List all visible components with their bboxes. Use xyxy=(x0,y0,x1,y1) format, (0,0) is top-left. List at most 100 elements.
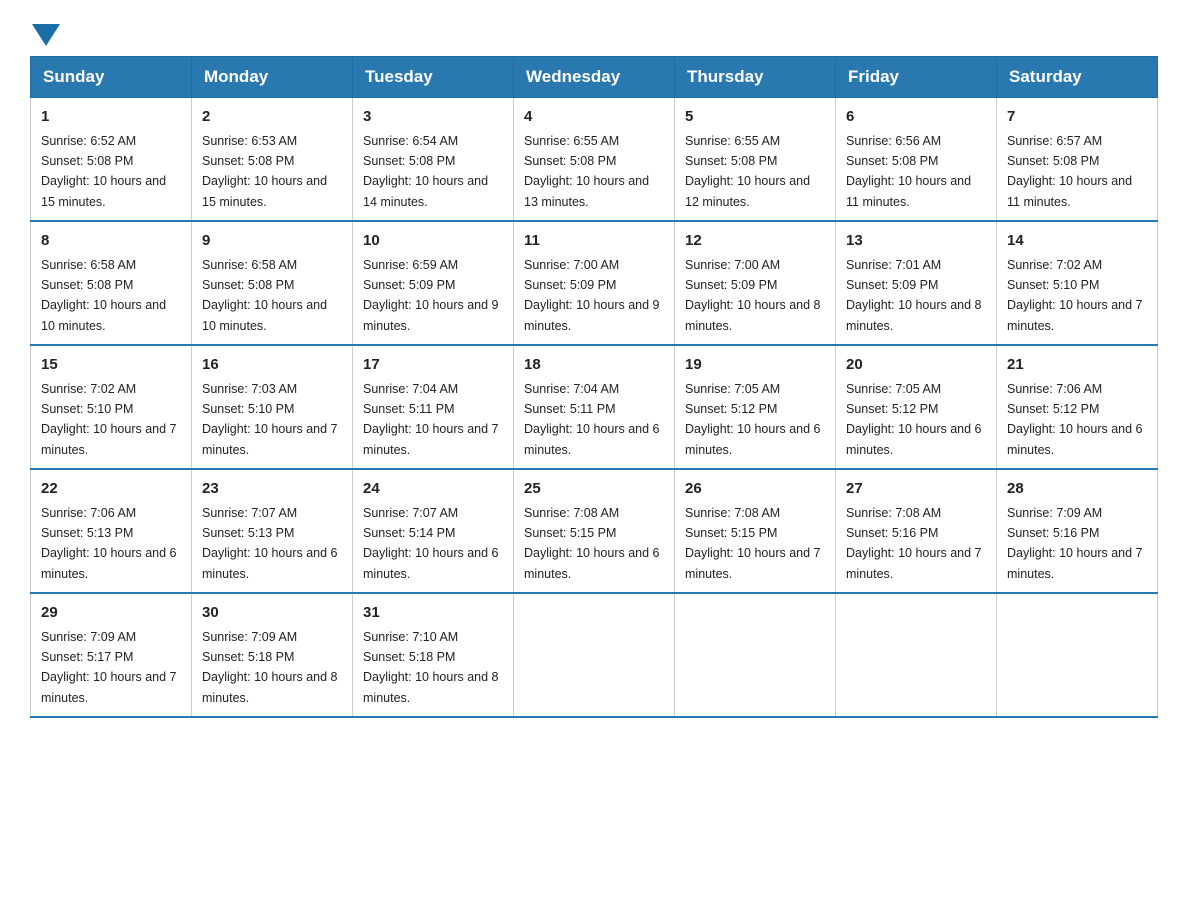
day-number: 21 xyxy=(1007,354,1147,377)
calendar-week-row: 29 Sunrise: 7:09 AMSunset: 5:17 PMDaylig… xyxy=(31,593,1158,717)
day-number: 26 xyxy=(685,478,825,501)
day-number: 28 xyxy=(1007,478,1147,501)
calendar-cell: 9 Sunrise: 6:58 AMSunset: 5:08 PMDayligh… xyxy=(192,221,353,345)
calendar-cell: 22 Sunrise: 7:06 AMSunset: 5:13 PMDaylig… xyxy=(31,469,192,593)
day-number: 18 xyxy=(524,354,664,377)
weekday-header-monday: Monday xyxy=(192,57,353,98)
day-number: 25 xyxy=(524,478,664,501)
day-info: Sunrise: 7:05 AMSunset: 5:12 PMDaylight:… xyxy=(846,382,982,457)
day-number: 17 xyxy=(363,354,503,377)
calendar-cell xyxy=(836,593,997,717)
weekday-header-row: SundayMondayTuesdayWednesdayThursdayFrid… xyxy=(31,57,1158,98)
day-info: Sunrise: 7:09 AMSunset: 5:17 PMDaylight:… xyxy=(41,630,177,705)
day-number: 29 xyxy=(41,602,181,625)
calendar-cell xyxy=(997,593,1158,717)
calendar-cell: 31 Sunrise: 7:10 AMSunset: 5:18 PMDaylig… xyxy=(353,593,514,717)
day-number: 3 xyxy=(363,106,503,129)
weekday-header-sunday: Sunday xyxy=(31,57,192,98)
day-number: 5 xyxy=(685,106,825,129)
day-info: Sunrise: 7:04 AMSunset: 5:11 PMDaylight:… xyxy=(363,382,499,457)
day-number: 22 xyxy=(41,478,181,501)
day-info: Sunrise: 7:07 AMSunset: 5:14 PMDaylight:… xyxy=(363,506,499,581)
calendar-cell: 14 Sunrise: 7:02 AMSunset: 5:10 PMDaylig… xyxy=(997,221,1158,345)
calendar-cell: 2 Sunrise: 6:53 AMSunset: 5:08 PMDayligh… xyxy=(192,98,353,222)
logo xyxy=(30,20,60,46)
weekday-header-thursday: Thursday xyxy=(675,57,836,98)
day-number: 24 xyxy=(363,478,503,501)
weekday-header-tuesday: Tuesday xyxy=(353,57,514,98)
calendar-cell: 7 Sunrise: 6:57 AMSunset: 5:08 PMDayligh… xyxy=(997,98,1158,222)
day-number: 2 xyxy=(202,106,342,129)
day-number: 31 xyxy=(363,602,503,625)
page-header xyxy=(30,20,1158,46)
day-info: Sunrise: 6:59 AMSunset: 5:09 PMDaylight:… xyxy=(363,258,499,333)
calendar-cell: 26 Sunrise: 7:08 AMSunset: 5:15 PMDaylig… xyxy=(675,469,836,593)
calendar-week-row: 8 Sunrise: 6:58 AMSunset: 5:08 PMDayligh… xyxy=(31,221,1158,345)
day-number: 14 xyxy=(1007,230,1147,253)
day-info: Sunrise: 7:08 AMSunset: 5:15 PMDaylight:… xyxy=(685,506,821,581)
calendar-cell: 16 Sunrise: 7:03 AMSunset: 5:10 PMDaylig… xyxy=(192,345,353,469)
calendar-cell: 8 Sunrise: 6:58 AMSunset: 5:08 PMDayligh… xyxy=(31,221,192,345)
day-number: 20 xyxy=(846,354,986,377)
calendar-cell: 28 Sunrise: 7:09 AMSunset: 5:16 PMDaylig… xyxy=(997,469,1158,593)
day-number: 9 xyxy=(202,230,342,253)
day-info: Sunrise: 6:57 AMSunset: 5:08 PMDaylight:… xyxy=(1007,134,1132,209)
calendar-cell: 12 Sunrise: 7:00 AMSunset: 5:09 PMDaylig… xyxy=(675,221,836,345)
day-info: Sunrise: 6:58 AMSunset: 5:08 PMDaylight:… xyxy=(41,258,166,333)
day-number: 23 xyxy=(202,478,342,501)
day-info: Sunrise: 7:09 AMSunset: 5:18 PMDaylight:… xyxy=(202,630,338,705)
calendar-cell: 24 Sunrise: 7:07 AMSunset: 5:14 PMDaylig… xyxy=(353,469,514,593)
day-number: 30 xyxy=(202,602,342,625)
calendar-cell: 23 Sunrise: 7:07 AMSunset: 5:13 PMDaylig… xyxy=(192,469,353,593)
day-info: Sunrise: 6:55 AMSunset: 5:08 PMDaylight:… xyxy=(524,134,649,209)
day-number: 6 xyxy=(846,106,986,129)
calendar-cell: 3 Sunrise: 6:54 AMSunset: 5:08 PMDayligh… xyxy=(353,98,514,222)
day-number: 1 xyxy=(41,106,181,129)
calendar-table: SundayMondayTuesdayWednesdayThursdayFrid… xyxy=(30,56,1158,718)
day-number: 19 xyxy=(685,354,825,377)
calendar-cell: 29 Sunrise: 7:09 AMSunset: 5:17 PMDaylig… xyxy=(31,593,192,717)
day-number: 11 xyxy=(524,230,664,253)
day-number: 12 xyxy=(685,230,825,253)
day-info: Sunrise: 6:53 AMSunset: 5:08 PMDaylight:… xyxy=(202,134,327,209)
calendar-body: 1 Sunrise: 6:52 AMSunset: 5:08 PMDayligh… xyxy=(31,98,1158,718)
calendar-cell: 27 Sunrise: 7:08 AMSunset: 5:16 PMDaylig… xyxy=(836,469,997,593)
calendar-cell: 17 Sunrise: 7:04 AMSunset: 5:11 PMDaylig… xyxy=(353,345,514,469)
calendar-cell: 13 Sunrise: 7:01 AMSunset: 5:09 PMDaylig… xyxy=(836,221,997,345)
calendar-cell: 15 Sunrise: 7:02 AMSunset: 5:10 PMDaylig… xyxy=(31,345,192,469)
calendar-cell: 18 Sunrise: 7:04 AMSunset: 5:11 PMDaylig… xyxy=(514,345,675,469)
calendar-cell: 6 Sunrise: 6:56 AMSunset: 5:08 PMDayligh… xyxy=(836,98,997,222)
day-number: 27 xyxy=(846,478,986,501)
day-number: 15 xyxy=(41,354,181,377)
calendar-cell: 5 Sunrise: 6:55 AMSunset: 5:08 PMDayligh… xyxy=(675,98,836,222)
day-info: Sunrise: 7:03 AMSunset: 5:10 PMDaylight:… xyxy=(202,382,338,457)
calendar-cell: 21 Sunrise: 7:06 AMSunset: 5:12 PMDaylig… xyxy=(997,345,1158,469)
calendar-cell xyxy=(675,593,836,717)
day-info: Sunrise: 6:54 AMSunset: 5:08 PMDaylight:… xyxy=(363,134,488,209)
day-info: Sunrise: 6:55 AMSunset: 5:08 PMDaylight:… xyxy=(685,134,810,209)
weekday-header-wednesday: Wednesday xyxy=(514,57,675,98)
calendar-cell: 19 Sunrise: 7:05 AMSunset: 5:12 PMDaylig… xyxy=(675,345,836,469)
calendar-week-row: 15 Sunrise: 7:02 AMSunset: 5:10 PMDaylig… xyxy=(31,345,1158,469)
calendar-cell: 11 Sunrise: 7:00 AMSunset: 5:09 PMDaylig… xyxy=(514,221,675,345)
day-info: Sunrise: 7:06 AMSunset: 5:13 PMDaylight:… xyxy=(41,506,177,581)
calendar-cell: 10 Sunrise: 6:59 AMSunset: 5:09 PMDaylig… xyxy=(353,221,514,345)
day-info: Sunrise: 7:09 AMSunset: 5:16 PMDaylight:… xyxy=(1007,506,1143,581)
calendar-cell: 1 Sunrise: 6:52 AMSunset: 5:08 PMDayligh… xyxy=(31,98,192,222)
calendar-cell: 30 Sunrise: 7:09 AMSunset: 5:18 PMDaylig… xyxy=(192,593,353,717)
day-info: Sunrise: 7:08 AMSunset: 5:16 PMDaylight:… xyxy=(846,506,982,581)
day-info: Sunrise: 7:06 AMSunset: 5:12 PMDaylight:… xyxy=(1007,382,1143,457)
day-info: Sunrise: 7:04 AMSunset: 5:11 PMDaylight:… xyxy=(524,382,660,457)
day-number: 8 xyxy=(41,230,181,253)
day-number: 13 xyxy=(846,230,986,253)
day-info: Sunrise: 7:02 AMSunset: 5:10 PMDaylight:… xyxy=(41,382,177,457)
weekday-header-saturday: Saturday xyxy=(997,57,1158,98)
day-info: Sunrise: 7:01 AMSunset: 5:09 PMDaylight:… xyxy=(846,258,982,333)
calendar-header: SundayMondayTuesdayWednesdayThursdayFrid… xyxy=(31,57,1158,98)
weekday-header-friday: Friday xyxy=(836,57,997,98)
day-info: Sunrise: 7:02 AMSunset: 5:10 PMDaylight:… xyxy=(1007,258,1143,333)
day-number: 7 xyxy=(1007,106,1147,129)
calendar-week-row: 22 Sunrise: 7:06 AMSunset: 5:13 PMDaylig… xyxy=(31,469,1158,593)
day-info: Sunrise: 7:00 AMSunset: 5:09 PMDaylight:… xyxy=(685,258,821,333)
day-info: Sunrise: 7:00 AMSunset: 5:09 PMDaylight:… xyxy=(524,258,660,333)
